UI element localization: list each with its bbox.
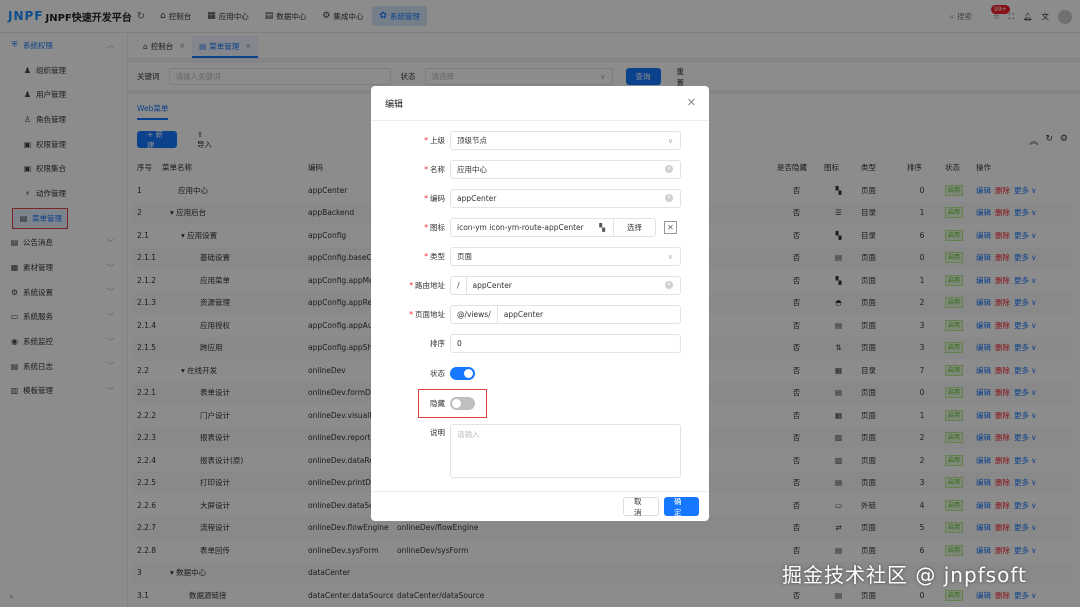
clear-icon[interactable]: × (665, 194, 673, 202)
route-value: appCenter (472, 281, 512, 290)
type-value: 页面 (457, 252, 472, 261)
cancel-button[interactable]: 取 消 (623, 497, 659, 517)
clear-icon[interactable]: × (665, 281, 673, 289)
name-value: 应用中心 (457, 165, 487, 174)
type-select[interactable]: 页面 ∨ (450, 247, 681, 266)
icon-preview-icon: ▚ (599, 223, 605, 232)
sort-input[interactable]: 0 (450, 334, 681, 353)
page-value: appCenter (503, 310, 544, 319)
icon-clear-icon[interactable]: ✕ (664, 221, 677, 234)
icon-value: icon-ym icon-ym-route-appCenter (457, 223, 584, 232)
parent-select[interactable]: 顶级节点 ∨ (450, 131, 681, 150)
type-label: 类型 (430, 252, 445, 261)
watermark: 掘金技术社区 @ jnpfsoft (782, 563, 1027, 587)
route-input[interactable]: / appCenter × (450, 276, 681, 295)
name-label: 名称 (430, 165, 445, 174)
route-label: 路由地址 (415, 281, 445, 290)
icon-select-button[interactable]: 选择 (613, 219, 655, 236)
chevron-down-icon: ∨ (667, 252, 673, 261)
page-input[interactable]: @/views/ appCenter (450, 305, 681, 324)
edit-dialog: 编辑 ✕ * 上级 顶级节点 ∨ * 名称 应用中心 × * 编码 appCenter… (371, 86, 709, 521)
page-label: 页面地址 (415, 310, 445, 319)
name-input[interactable]: 应用中心 × (450, 160, 681, 179)
icon-label: 图标 (430, 223, 445, 232)
status-field-label: 状态 (430, 369, 445, 378)
divider (371, 120, 709, 121)
desc-placeholder: 请输入 (457, 430, 480, 439)
confirm-button[interactable]: 确 定 (664, 497, 699, 517)
dialog-title: 编辑 (385, 100, 404, 110)
sort-value: 0 (457, 339, 462, 348)
status-switch[interactable] (450, 367, 475, 380)
route-prefix: / (457, 277, 467, 294)
clear-icon[interactable]: × (665, 165, 673, 173)
code-label: 编码 (430, 194, 445, 203)
sort-label: 排序 (430, 339, 445, 348)
divider (371, 491, 709, 492)
highlight-box (418, 389, 487, 418)
code-input[interactable]: appCenter × (450, 189, 681, 208)
icon-input[interactable]: icon-ym icon-ym-route-appCenter ▚ 选择 (450, 218, 656, 237)
chevron-down-icon: ∨ (667, 136, 673, 145)
close-icon[interactable]: ✕ (687, 96, 696, 109)
description-textarea[interactable]: 请输入 (450, 424, 681, 478)
parent-value: 顶级节点 (457, 136, 487, 145)
page-prefix: @/views/ (457, 306, 498, 323)
code-value: appCenter (457, 194, 497, 203)
desc-label: 说明 (430, 428, 445, 437)
parent-label: 上级 (430, 136, 445, 145)
